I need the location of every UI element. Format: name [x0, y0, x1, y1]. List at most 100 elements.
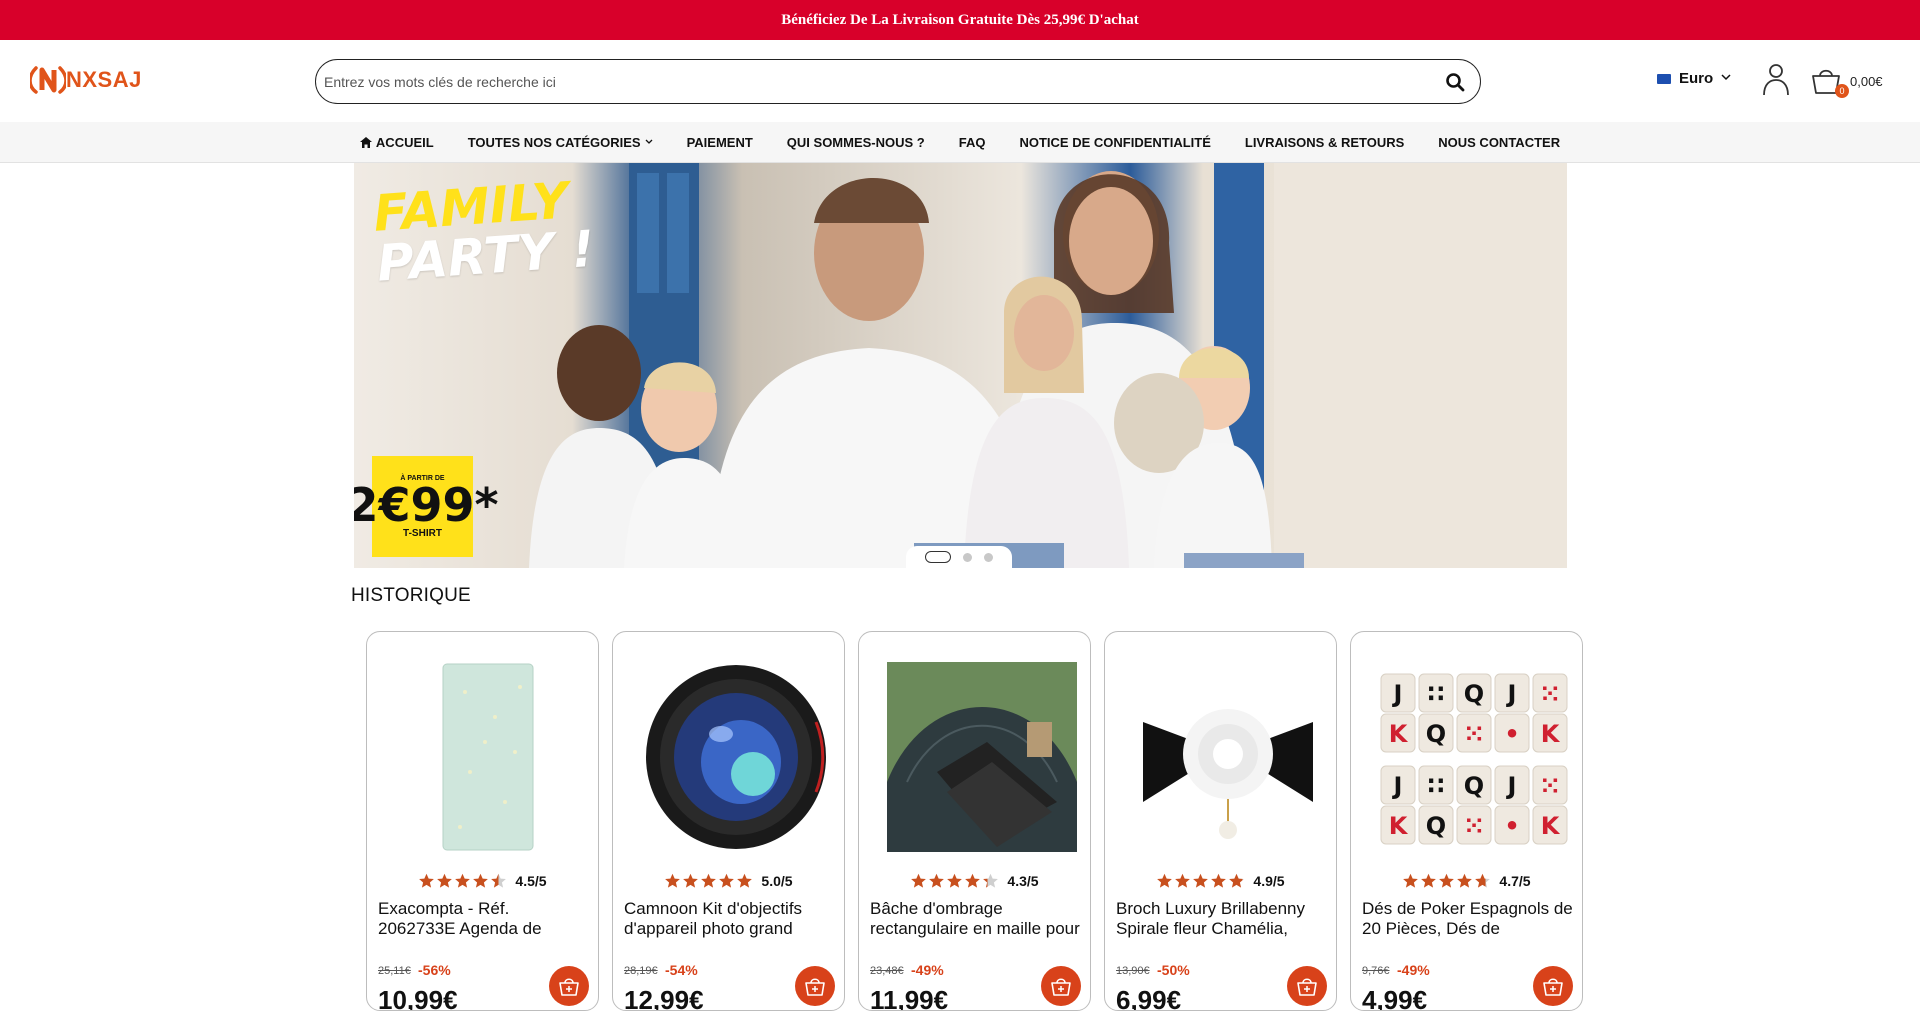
svg-text:•: • — [1504, 720, 1519, 748]
star-icon — [737, 873, 753, 888]
product-discount: -50% — [1157, 962, 1190, 978]
product-discount: -49% — [1397, 962, 1430, 978]
product-card[interactable]: 4.3/5 Bâche d'ombrage rectangulaire en ma… — [858, 631, 1091, 1011]
svg-text:J: J — [1506, 772, 1517, 800]
product-title[interactable]: Exacompta - Réf. 2062733E Agenda de — [378, 899, 590, 939]
product-old-price: 23,48€ — [870, 965, 904, 977]
svg-text:∷: ∷ — [1428, 772, 1445, 800]
nav-item-faq[interactable]: FAQ — [959, 135, 986, 150]
add-to-cart-icon — [1297, 978, 1317, 996]
main-nav: ACCUEIL TOUTES NOS CATÉGORIES PAIEMENT Q… — [0, 122, 1920, 163]
nav-item-livraisons[interactable]: LIVRAISONS & RETOURS — [1245, 135, 1404, 150]
user-icon — [1763, 64, 1789, 96]
star-icon — [491, 873, 507, 888]
product-discount: -49% — [911, 962, 944, 978]
star-icon — [1403, 873, 1419, 888]
product-image[interactable]: J ∷ Q J ⁙ K Q ⁙ • K J ∷ Q J ⁙ K Q ⁙ • K — [1379, 662, 1569, 852]
svg-text:•: • — [1504, 812, 1519, 840]
svg-text:K: K — [1541, 812, 1561, 840]
product-image[interactable] — [887, 662, 1077, 852]
price-item-label: T-SHIRT — [403, 527, 442, 539]
product-price: 12,99€ — [624, 985, 704, 1011]
hero-title: FAMILY PARTY ! — [372, 171, 597, 292]
star-icon — [665, 873, 681, 888]
product-title[interactable]: Bâche d'ombrage rectangulaire en maille … — [870, 899, 1082, 939]
nav-item-contact[interactable]: NOUS CONTACTER — [1438, 135, 1560, 150]
product-image[interactable] — [395, 662, 585, 852]
cart-button[interactable]: 0 0,00€ — [1810, 64, 1883, 98]
nav-label: ACCUEIL — [375, 134, 434, 150]
star-icon — [683, 873, 699, 888]
star-icon — [1229, 873, 1245, 888]
svg-text:⁙: ⁙ — [1540, 680, 1560, 708]
product-price: 6,99€ — [1116, 985, 1182, 1011]
nav-label: FAQ — [958, 134, 986, 150]
product-title[interactable]: Dés de Poker Espagnols de 20 Pièces, Dés… — [1362, 899, 1574, 939]
star-icon — [1421, 873, 1437, 888]
nav-item-paiement[interactable]: PAIEMENT — [687, 135, 753, 150]
product-image[interactable] — [641, 662, 831, 852]
svg-text:⁙: ⁙ — [1464, 720, 1484, 748]
add-to-cart-button[interactable] — [549, 966, 589, 1006]
rating-value: 4.9/5 — [1253, 873, 1285, 889]
product-rating: 4.9/5 — [1105, 873, 1336, 889]
add-to-cart-button[interactable] — [795, 966, 835, 1006]
rating-value: 5.0/5 — [761, 873, 793, 889]
product-list: 4.5/5 Exacompta - Réf. 2062733E Agenda de… — [366, 631, 1583, 1011]
add-to-cart-button[interactable] — [1533, 966, 1573, 1006]
nav-item-confidentialite[interactable]: NOTICE DE CONFIDENTIALITÉ — [1019, 135, 1210, 150]
hero-price-tag: À PARTIR DE 2€99* T-SHIRT — [354, 456, 499, 557]
product-discount: -54% — [665, 962, 698, 978]
carousel-dot-3[interactable] — [984, 552, 993, 562]
star-icon — [947, 873, 963, 888]
nav-label: LIVRAISONS & RETOURS — [1244, 134, 1405, 150]
product-card[interactable]: J ∷ Q J ⁙ K Q ⁙ • K J ∷ Q J ⁙ K Q ⁙ • K 4.7/5 Dés de Poker Es… — [1350, 631, 1583, 1011]
svg-text:J: J — [1392, 772, 1403, 800]
star-icon — [1193, 873, 1209, 888]
search-button[interactable] — [1430, 60, 1480, 103]
svg-text:⁙: ⁙ — [1540, 772, 1560, 800]
rating-stars — [1156, 873, 1245, 889]
product-title[interactable]: Broch Luxury Brillabenny Spirale fleur C… — [1116, 899, 1328, 939]
star-icon — [929, 873, 945, 888]
nav-item-categories[interactable]: TOUTES NOS CATÉGORIES — [468, 135, 653, 150]
star-icon — [437, 873, 453, 888]
section-title: HISTORIQUE — [351, 585, 471, 606]
nav-item-accueil[interactable]: ACCUEIL — [359, 134, 434, 150]
add-to-cart-button[interactable] — [1041, 966, 1081, 1006]
promo-text: Bénéficiez De La Livraison Gratuite Dès … — [781, 11, 1139, 28]
add-to-cart-button[interactable] — [1287, 966, 1327, 1006]
product-card[interactable]: 4.5/5 Exacompta - Réf. 2062733E Agenda de… — [366, 631, 599, 1011]
site-header: NXSAJ Euro 0 0,00€ — [0, 40, 1920, 122]
rating-stars — [1402, 873, 1491, 889]
search-icon — [1446, 72, 1465, 91]
chevron-down-icon — [645, 139, 653, 144]
product-price: 4,99€ — [1362, 985, 1428, 1011]
currency-selector[interactable]: Euro — [1657, 70, 1731, 87]
account-button[interactable] — [1762, 62, 1790, 101]
svg-text:J: J — [1506, 680, 1517, 708]
site-logo[interactable]: NXSAJ — [30, 62, 142, 98]
hero-banner[interactable]: FAMILY PARTY ! À PARTIR DE 2€99* T-SHIRT — [354, 163, 1567, 568]
svg-text:Q: Q — [1426, 812, 1446, 840]
product-card[interactable]: 5.0/5 Camnoon Kit d'objectifs d'appareil … — [612, 631, 845, 1011]
svg-text:J: J — [1392, 680, 1403, 708]
product-image[interactable] — [1133, 662, 1323, 852]
star-icon — [473, 873, 489, 888]
nav-label: QUI SOMMES-NOUS ? — [786, 134, 925, 150]
carousel-dot-1[interactable] — [925, 551, 951, 563]
star-icon — [983, 873, 999, 888]
nav-label: NOUS CONTACTER — [1438, 134, 1561, 150]
product-rating: 5.0/5 — [613, 873, 844, 889]
product-card[interactable]: 4.9/5 Broch Luxury Brillabenny Spirale fl… — [1104, 631, 1337, 1011]
product-title[interactable]: Camnoon Kit d'objectifs d'appareil photo… — [624, 899, 836, 939]
carousel-dot-2[interactable] — [963, 552, 972, 562]
cart-count-badge: 0 — [1835, 84, 1849, 98]
search-input[interactable] — [316, 73, 1430, 90]
rating-value: 4.7/5 — [1499, 873, 1531, 889]
svg-text:Q: Q — [1464, 680, 1484, 708]
star-icon — [1457, 873, 1473, 888]
nav-item-qui-sommes-nous[interactable]: QUI SOMMES-NOUS ? — [787, 135, 925, 150]
star-icon — [965, 873, 981, 888]
chevron-down-icon — [1721, 73, 1731, 84]
